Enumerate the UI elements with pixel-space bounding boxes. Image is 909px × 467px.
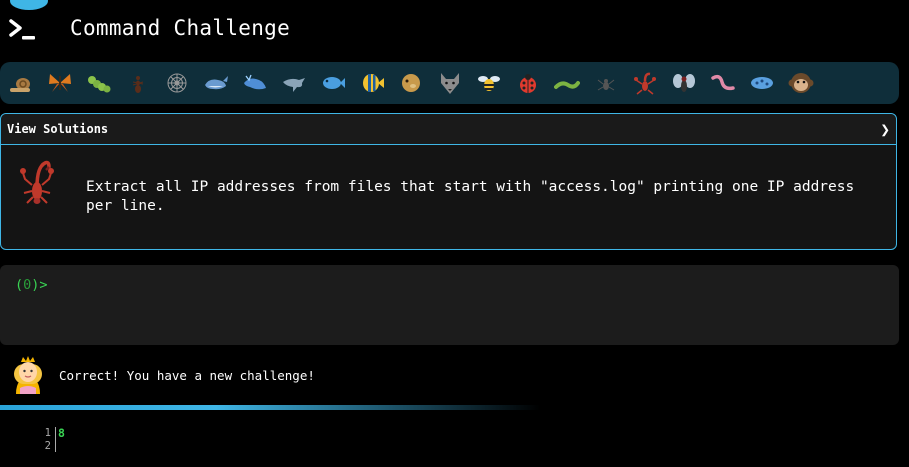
solutions-panel: View Solutions ❯ Extract all IP addresse… [0,113,897,250]
challenge-description: Extract all IP addresses from files that… [86,179,855,214]
spider-web-icon[interactable] [162,68,192,98]
progress-bar [0,405,540,410]
fly-icon[interactable] [669,68,699,98]
prompt-open: ( [15,277,24,293]
fish-icon[interactable] [318,68,348,98]
dolphin-icon[interactable] [279,68,309,98]
command-terminal[interactable]: (0)> [0,265,899,345]
tropical-fish-icon[interactable] [357,68,387,98]
worm-icon[interactable] [552,68,582,98]
snail-icon[interactable] [6,68,36,98]
bee-icon[interactable] [474,68,504,98]
monkey-icon[interactable] [786,68,816,98]
scorpion-icon [20,160,54,204]
line-number: 1 [44,427,51,439]
command-output: 8 [58,427,65,440]
ant-icon[interactable] [123,68,153,98]
spider-icon[interactable] [591,68,621,98]
princess-avatar-icon [14,356,42,394]
feedback-message: Correct! You have a new challenge! [59,368,315,383]
ladybug-icon[interactable] [513,68,543,98]
line-number: 2 [44,439,51,452]
microbe-icon[interactable] [747,68,777,98]
blowfish-icon[interactable] [396,68,426,98]
view-solutions-toggle[interactable]: View Solutions ❯ [1,114,896,145]
whale-icon[interactable] [201,68,231,98]
terminal-icon [9,19,35,40]
output-line: 8 [58,426,65,440]
prompt-close: )> [31,277,48,293]
app-header: Command Challenge [0,12,909,48]
wolf-icon[interactable] [435,68,465,98]
chevron-right-icon: ❯ [880,119,890,139]
app-title: Command Challenge [70,16,291,40]
challenge-icon-strip [0,62,899,104]
output-line-numbers: 1 2 [36,427,56,452]
scorpion-icon[interactable] [630,68,660,98]
earthworm-icon[interactable] [708,68,738,98]
butterfly-icon[interactable] [45,68,75,98]
caterpillar-icon[interactable] [84,68,114,98]
whale-blue-icon[interactable] [240,68,270,98]
terminal-prompt: (0)> [15,277,48,293]
top-accent-blob [10,0,48,10]
view-solutions-label: View Solutions [7,122,109,136]
